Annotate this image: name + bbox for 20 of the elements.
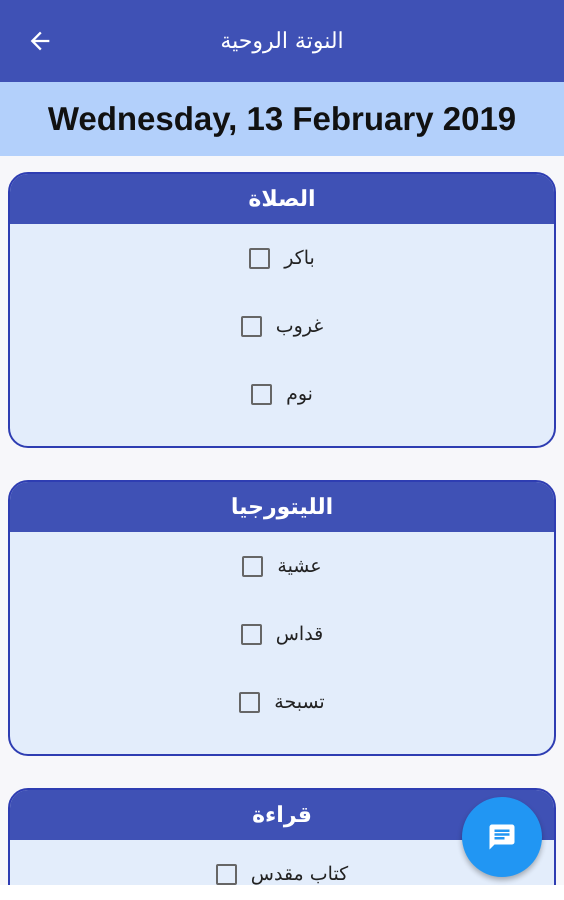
checkbox[interactable] [239,692,260,712]
checkbox-label: كتاب مقدس [250,863,348,885]
checkbox-label: غروب [276,315,324,337]
checkbox-label: تسبحة [274,691,325,713]
chat-icon [487,822,517,852]
checkbox-label: باكر [284,247,315,269]
section-title: قراءة [252,802,312,828]
date-text: Wednesday, 13 February 2019 [48,100,516,138]
checkbox[interactable] [240,624,262,644]
checkbox[interactable] [242,556,264,576]
checkbox-label: نوم [286,383,313,405]
checkbox-label: عشية [277,555,322,577]
checkbox-label: قداس [276,623,324,645]
checkbox[interactable] [249,248,270,268]
checkbox[interactable] [240,316,262,336]
screen-title: النوتة الروحية [220,28,344,54]
checkbox[interactable] [216,864,237,884]
section-title: الصلاة [248,186,316,212]
section-title: الليتورجيا [230,494,334,520]
checkbox[interactable] [251,384,272,404]
